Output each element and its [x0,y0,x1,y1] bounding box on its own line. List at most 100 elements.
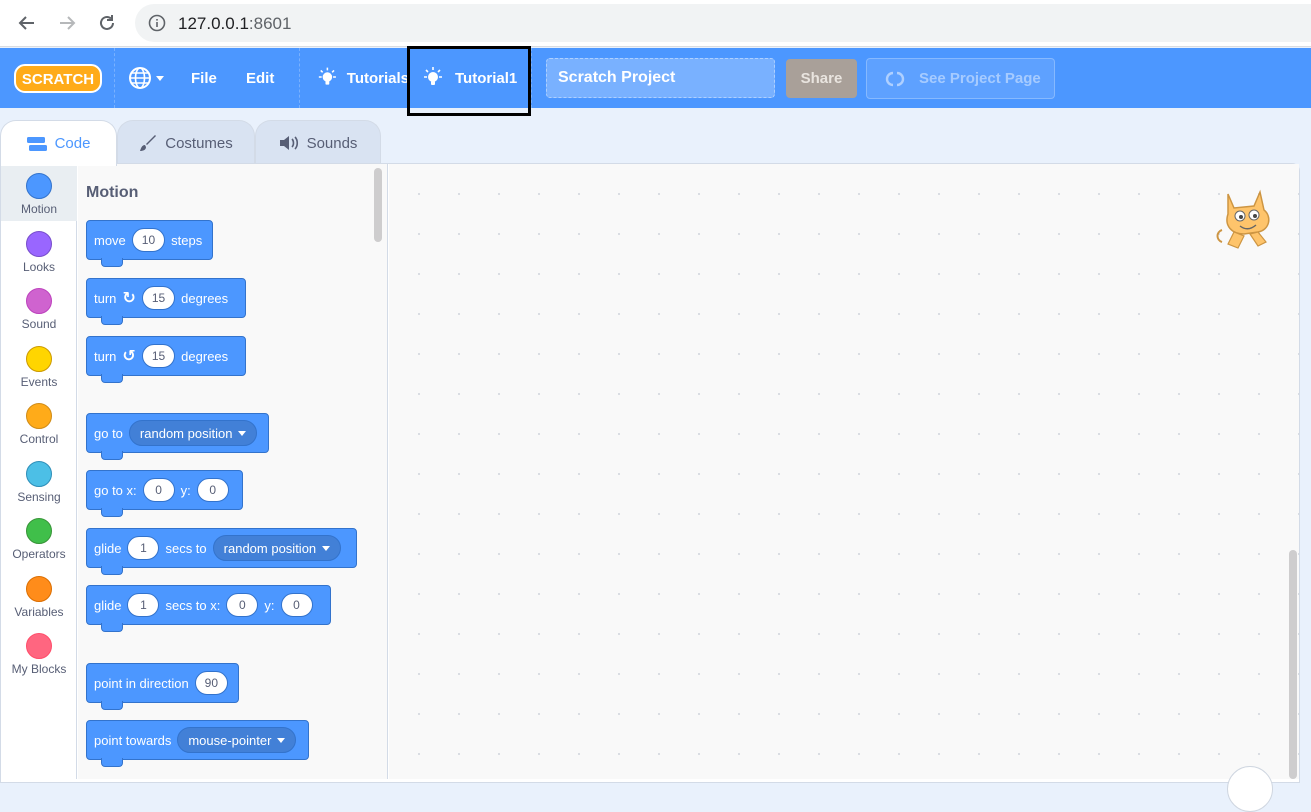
target-dropdown[interactable]: random position [212,535,342,561]
scratch-logo[interactable]: SCRATCH [14,63,102,94]
back-button[interactable] [14,10,40,36]
palette-scrollbar[interactable] [374,168,382,242]
turn-right-block[interactable]: turn ↻ 15 degrees [86,278,246,325]
tutorials-button[interactable]: Tutorials [316,48,409,108]
category-operators[interactable]: Operators [1,509,77,566]
zoom-in-button[interactable] [1227,766,1273,812]
target-dropdown[interactable]: mouse-pointer [177,727,297,753]
dropdown-arrow-icon [322,545,331,551]
dropdown-value: random position [139,425,233,441]
go-to-block[interactable]: go to random position [86,413,269,460]
block-text: glide [94,597,122,613]
see-project-page-label: See Project Page [919,70,1041,87]
share-button[interactable]: Share [786,59,857,98]
rotate-right-icon: ↻ [122,290,136,307]
workspace-scrollbar[interactable] [1289,550,1297,779]
direction-input[interactable]: 90 [194,671,229,695]
address-bar[interactable]: 127.0.0.1:8601 [135,4,1311,42]
looks-category-icon [26,231,52,257]
rotate-left-icon: ↺ [122,348,136,365]
forward-button[interactable] [54,10,80,36]
browser-toolbar: 127.0.0.1:8601 [0,0,1311,47]
block-text: go to x: [94,482,137,498]
block-text: degrees [181,290,229,306]
language-menu[interactable] [128,48,164,108]
block-text: y: [264,597,275,613]
tab-sounds-label: Sounds [306,134,358,152]
point-in-direction-block[interactable]: point in direction 90 [86,663,239,710]
secs-input[interactable]: 1 [127,593,160,617]
turn-left-block[interactable]: turn ↺ 15 degrees [86,336,246,383]
degrees-input[interactable]: 15 [141,344,176,368]
steps-input[interactable]: 10 [131,228,166,252]
info-icon [148,14,166,32]
sensing-category-icon [26,461,52,487]
reload-button[interactable] [94,10,120,36]
category-sensing[interactable]: Sensing [1,452,77,509]
block-text: point towards [94,732,172,748]
tab-costumes[interactable]: Costumes [117,120,255,165]
dropdown-arrow-icon [238,430,247,436]
variables-category-icon [26,576,52,602]
target-dropdown[interactable]: random position [128,420,258,446]
category-label: Variables [14,605,64,619]
tab-code-label: Code [54,135,91,152]
category-sound[interactable]: Sound [1,279,77,336]
block-text: secs to x: [165,597,221,613]
control-category-icon [26,403,52,429]
events-category-icon [26,346,52,372]
palette-section-title: Motion [86,184,139,201]
category-variables[interactable]: Variables [1,567,77,624]
arrow-right-icon [60,16,76,30]
sound-category-icon [26,288,52,314]
block-text: turn [94,348,117,364]
motion-category-icon [26,173,52,199]
chevron-down-icon [156,75,164,81]
logo-text: SCRATCH [22,71,94,88]
highlight-box [407,46,531,116]
lightbulb-icon [318,67,336,85]
file-menu[interactable]: File [191,48,217,108]
block-text: steps [171,232,203,248]
y-input[interactable]: 0 [280,593,313,617]
see-project-page-button[interactable]: See Project Page [866,58,1055,99]
glide-to-xy-block[interactable]: glide 1 secs to x: 0 y: 0 [86,585,331,632]
secs-input[interactable]: 1 [127,536,160,560]
tab-sounds[interactable]: Sounds [255,120,381,165]
dropdown-value: mouse-pointer [188,732,272,748]
category-events[interactable]: Events [1,337,77,394]
degrees-input[interactable]: 15 [141,286,176,310]
tutorials-label: Tutorials [346,69,409,87]
move-steps-block[interactable]: move 10 steps [86,220,213,267]
cat-sprite-icon [1216,189,1270,249]
edit-menu[interactable]: Edit [246,48,274,108]
point-towards-block[interactable]: point towards mouse-pointer [86,720,309,767]
y-input[interactable]: 0 [196,478,229,502]
category-my-blocks[interactable]: My Blocks [1,624,77,681]
speaker-icon [279,136,298,150]
operators-category-icon [26,518,52,544]
category-looks[interactable]: Looks [1,222,77,279]
globe-icon [129,67,151,89]
category-label: Motion [20,202,58,216]
dropdown-arrow-icon [277,737,286,743]
category-control[interactable]: Control [1,394,77,451]
project-title-input[interactable]: Scratch Project [546,58,775,98]
block-text: point in direction [94,675,189,691]
category-label: Operators [12,547,66,561]
url-host: 127.0.0.1 [178,14,249,33]
glide-to-block[interactable]: glide 1 secs to random position [86,528,357,575]
go-to-xy-block[interactable]: go to x: 0 y: 0 [86,470,243,517]
url-port: :8601 [248,14,292,33]
block-text: degrees [181,348,229,364]
x-input[interactable]: 0 [142,478,175,502]
arrow-left-icon [18,16,34,30]
x-input[interactable]: 0 [226,593,259,617]
category-label: Sensing [17,490,61,504]
block-text: glide [94,540,122,556]
script-area[interactable] [389,164,1299,779]
my-blocks-category-icon [26,633,52,659]
category-motion[interactable]: Motion [1,164,77,221]
block-text: secs to [165,540,207,556]
tab-code[interactable]: Code [0,120,117,166]
